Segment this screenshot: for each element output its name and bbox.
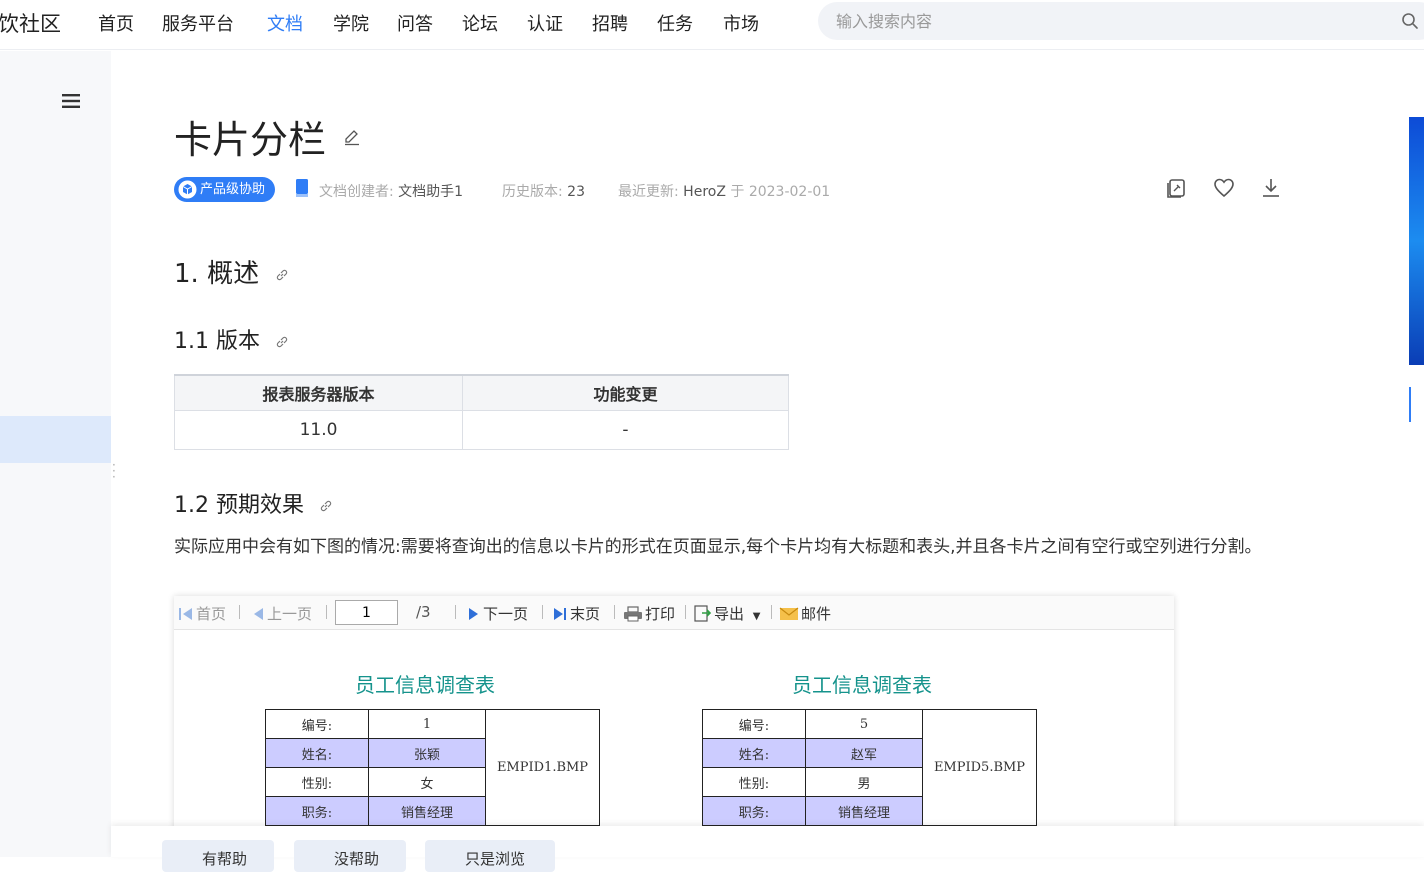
feedback-bar: 有帮助 没帮助 只是浏览 (111, 826, 1424, 872)
card-value: 1 (368, 709, 486, 739)
just-browsing-button[interactable]: 只是浏览 (425, 840, 555, 872)
card-value: 5 (805, 709, 923, 739)
nav-docs[interactable]: 文档 (267, 10, 303, 36)
menu-icon[interactable] (62, 94, 80, 108)
favorite-icon[interactable] (1212, 176, 1236, 200)
card-title: 员工信息调查表 (792, 673, 932, 697)
doc-creator: 文档创建者: 文档助手1 (319, 184, 464, 200)
section-heading-version: 1.1 版本 (174, 323, 289, 355)
employee-card: 编号: 5 EMPID5.BMP 姓名: 赵军 性别: 男 职务: 销售经理 (702, 709, 1037, 826)
employee-card: 编号: 1 EMPID1.BMP 姓名: 张颖 性别: 女 职务: 销售经理 (265, 709, 600, 826)
doc-content: 卡片分栏 产品级协助 文档创建者: 文档助手1 历史版本: 23 最近更新: H… (111, 51, 1411, 857)
table-row: 编号: 1 EMPID1.BMP (265, 709, 600, 826)
card-label: 性别: (265, 767, 369, 797)
table-header: 报表服务器版本 (174, 374, 463, 411)
card-photo: EMPID1.BMP (485, 709, 600, 826)
sidebar-active-item[interactable] (0, 416, 111, 463)
last-updated: 最近更新: HeroZ 于 2023-02-01 (618, 184, 831, 200)
helpful-button[interactable]: 有帮助 (162, 840, 274, 872)
cube-icon (178, 180, 197, 199)
card-label: 性别: (702, 767, 806, 797)
site-brand[interactable]: 饮社区 (0, 8, 61, 38)
nav-academy[interactable]: 学院 (333, 10, 369, 36)
page-number-input[interactable] (335, 600, 398, 625)
card-value: 张颖 (368, 738, 486, 768)
section-heading-overview: 1. 概述 (174, 253, 289, 290)
page-title: 卡片分栏 (174, 118, 327, 162)
updated-date: 于 2023-02-01 (730, 184, 831, 200)
card-value: 女 (368, 767, 486, 797)
copy-icon[interactable] (1164, 176, 1188, 200)
card-value: 男 (805, 767, 923, 797)
anchor-link-icon[interactable] (275, 335, 289, 349)
last-page-button[interactable]: 末页 (552, 603, 600, 624)
toc-indicator (1409, 387, 1411, 422)
last-page-icon (554, 608, 566, 620)
first-page-button[interactable]: 首页 (178, 603, 226, 624)
anchor-link-icon[interactable] (275, 268, 289, 282)
next-page-button[interactable]: 下一页 (467, 603, 528, 624)
card-label: 姓名: (265, 738, 369, 768)
anchor-link-icon[interactable] (319, 499, 333, 513)
nav-market[interactable]: 市场 (723, 10, 759, 36)
chevron-down-icon: ▼ (752, 611, 761, 622)
creator-name[interactable]: 文档助手1 (398, 184, 463, 200)
nav-jobs[interactable]: 招聘 (592, 10, 628, 36)
export-icon (694, 605, 712, 622)
nav-tasks[interactable]: 任务 (657, 10, 693, 36)
print-button[interactable]: 打印 (623, 603, 675, 624)
export-dropdown[interactable]: 导出 ▼ (694, 603, 761, 624)
history-version: 历史版本: 23 (502, 184, 585, 200)
search-input[interactable] (836, 9, 1376, 33)
card-label: 职务: (702, 796, 806, 826)
printer-icon (624, 606, 642, 622)
card-value: 销售经理 (368, 796, 486, 826)
card-label: 姓名: (702, 738, 806, 768)
search-bar (818, 2, 1424, 40)
description-paragraph: 实际应用中会有如下图的情况:需要将查询出的信息以卡片的形式在页面显示,每个卡片均… (174, 537, 1262, 557)
table-cell: - (462, 409, 789, 450)
card-value: 销售经理 (805, 796, 923, 826)
nav-certification[interactable]: 认证 (527, 10, 563, 36)
nav-forum[interactable]: 论坛 (462, 10, 498, 36)
card-label: 编号: (265, 709, 369, 739)
table-row: 11.0 - (174, 409, 789, 450)
document-icon (296, 179, 308, 197)
download-icon[interactable] (1259, 176, 1283, 200)
nav-home[interactable]: 首页 (98, 10, 134, 36)
card-label: 职务: (265, 796, 369, 826)
mail-icon (779, 607, 799, 620)
table-row: 编号: 5 EMPID5.BMP (702, 709, 1037, 826)
not-helpful-button[interactable]: 没帮助 (294, 840, 406, 872)
card-label: 编号: (702, 709, 806, 739)
top-navigation: 饮社区 首页 服务平台 文档 学院 问答 论坛 认证 招聘 任务 市场 (0, 0, 1424, 50)
first-page-icon (179, 608, 192, 620)
section-heading-expected-effect: 1.2 预期效果 (174, 487, 333, 519)
report-preview: 首页 上一页 /3 下一页 末页 打印 导出 ▼ (174, 596, 1174, 836)
nav-qa[interactable]: 问答 (397, 10, 433, 36)
report-toolbar: 首页 上一页 /3 下一页 末页 打印 导出 ▼ (174, 596, 1174, 630)
history-count[interactable]: 23 (567, 184, 585, 200)
product-support-badge[interactable]: 产品级协助 (174, 177, 276, 202)
version-table: 报表服务器版本 功能变更 11.0 - (174, 374, 789, 450)
card-value: 赵军 (805, 738, 923, 768)
table-header: 功能变更 (462, 374, 789, 411)
card-photo: EMPID5.BMP (922, 709, 1037, 826)
nav-service-platform[interactable]: 服务平台 (162, 10, 234, 36)
search-icon[interactable] (1401, 12, 1419, 30)
side-banner[interactable] (1409, 117, 1424, 365)
prev-page-icon (254, 608, 263, 620)
table-cell: 11.0 (174, 409, 463, 450)
next-page-icon (469, 608, 478, 620)
total-pages: /3 (416, 603, 431, 621)
prev-page-button[interactable]: 上一页 (251, 603, 312, 624)
updated-by[interactable]: HeroZ (683, 184, 726, 200)
card-title: 员工信息调查表 (355, 673, 495, 697)
edit-icon[interactable] (343, 128, 361, 146)
badge-label: 产品级协助 (200, 182, 266, 197)
doc-sidebar (0, 51, 111, 857)
mail-button[interactable]: 邮件 (779, 603, 831, 624)
